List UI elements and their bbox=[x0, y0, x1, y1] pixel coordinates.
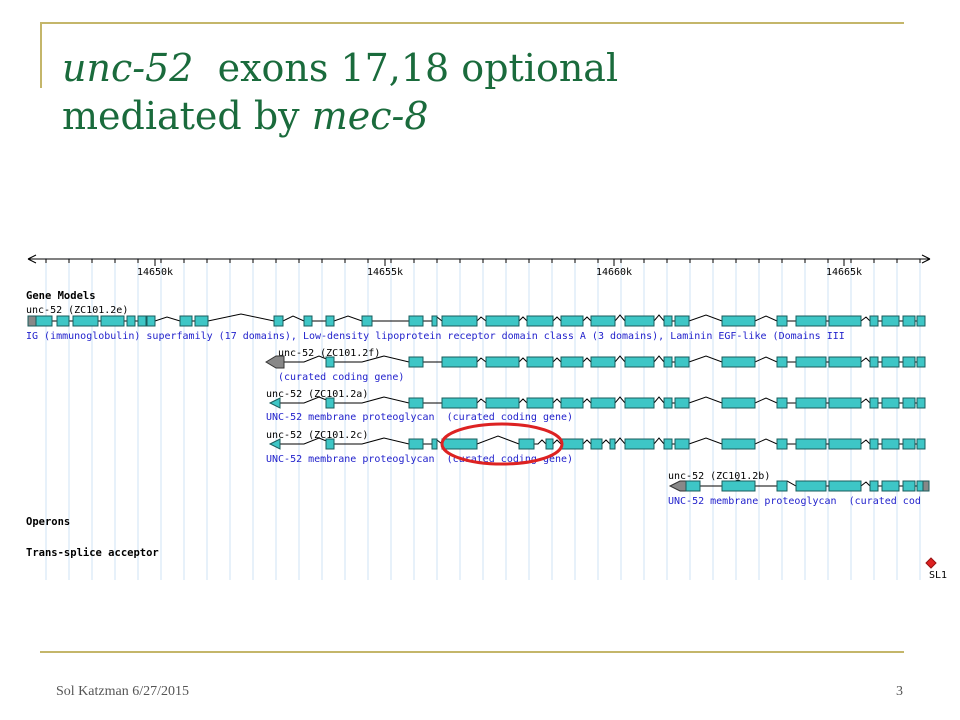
ruler-tick-label: 14660k bbox=[596, 267, 632, 278]
top-border bbox=[40, 22, 904, 24]
section-gene-models: Gene Models bbox=[26, 290, 96, 302]
section-trans-splice: Trans-splice acceptor bbox=[26, 547, 159, 559]
genome-browser-view: 14650k 14655k 14660k 14665k Gene Models … bbox=[26, 254, 947, 581]
gene-description[interactable]: (curated coding gene) bbox=[278, 372, 404, 383]
gene-start-arrow bbox=[265, 355, 285, 369]
page-number: 3 bbox=[896, 684, 903, 699]
bottom-border bbox=[40, 651, 904, 653]
gene-model-zc101-2e[interactable] bbox=[27, 313, 926, 327]
gene-name-label: unc-52 (ZC101.2a) bbox=[266, 389, 368, 400]
coordinate-ruler bbox=[27, 254, 931, 266]
gene-name-label: unc-52 (ZC101.2e) bbox=[26, 305, 128, 316]
gene-description[interactable]: UNC-52 membrane proteoglycan (curated co… bbox=[668, 496, 921, 507]
gene-start-arrow bbox=[668, 480, 687, 492]
gene-name-label: unc-52 (ZC101.2b) bbox=[668, 471, 770, 482]
gene-name-label: unc-52 (ZC101.2c) bbox=[266, 430, 368, 441]
title-gene-name: unc-52 bbox=[62, 46, 194, 90]
intron-line bbox=[36, 313, 925, 322]
slide-title: unc-52 exons 17,18 optional mediated by … bbox=[62, 44, 618, 140]
sl1-label: SL1 bbox=[929, 570, 947, 581]
gene-description[interactable]: UNC-52 membrane proteoglycan (curated co… bbox=[266, 412, 573, 423]
title-mec8: mec-8 bbox=[311, 94, 429, 138]
ruler-tick-label: 14655k bbox=[367, 267, 403, 278]
title-line1-text: exons 17,18 optional bbox=[193, 46, 619, 90]
sl1-diamond-icon[interactable] bbox=[925, 557, 937, 569]
ruler-tick-label: 14665k bbox=[826, 267, 862, 278]
ruler-tick-label: 14650k bbox=[137, 267, 173, 278]
left-border bbox=[40, 22, 42, 88]
section-operons: Operons bbox=[26, 516, 70, 528]
title-line2-text: mediated by bbox=[62, 94, 312, 138]
footer-author-date: Sol Katzman 6/27/2015 bbox=[56, 684, 189, 699]
gene-description[interactable]: IG (immunoglobulin) superfamily (17 doma… bbox=[26, 331, 845, 342]
